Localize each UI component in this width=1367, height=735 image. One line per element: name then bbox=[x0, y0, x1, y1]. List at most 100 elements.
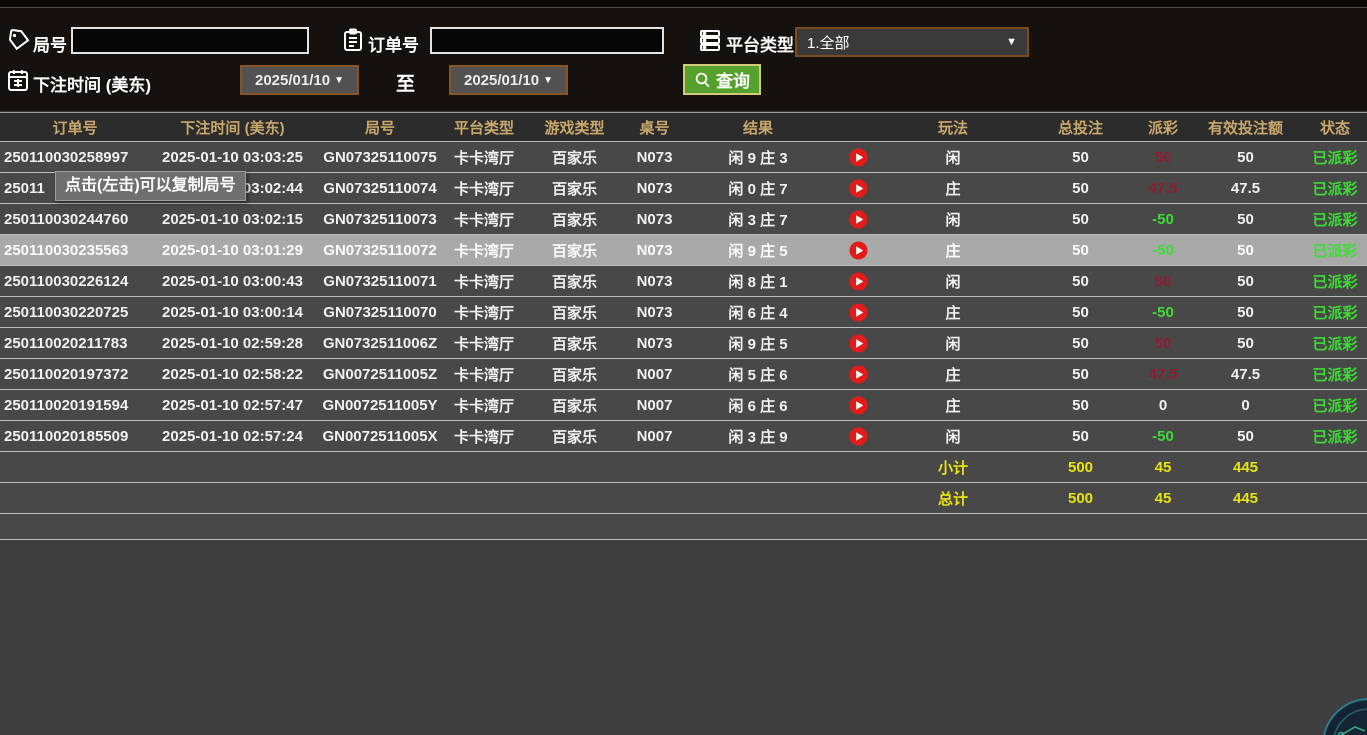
cell-game-no[interactable]: GN07325110074 bbox=[315, 173, 445, 203]
status-badge: 已派彩 bbox=[1303, 173, 1367, 203]
total-row-label: 总计 bbox=[883, 483, 1023, 513]
cell-game-no[interactable]: GN0072511005Z bbox=[315, 359, 445, 389]
cell-valid-bet: 50 bbox=[1188, 297, 1303, 327]
cell-play-type: 闲 bbox=[883, 328, 1023, 358]
cell-payout: -50 bbox=[1138, 235, 1188, 265]
cell-result: 闲 6 庄 4 bbox=[683, 297, 833, 327]
cell-game-no[interactable]: GN0072511005Y bbox=[315, 390, 445, 420]
table-row[interactable]: 2501100302447602025-01-10 03:02:15GN0732… bbox=[0, 204, 1367, 235]
cell-play-type: 庄 bbox=[883, 297, 1023, 327]
cell-play-button[interactable] bbox=[833, 297, 883, 327]
cell-result: 闲 9 庄 5 bbox=[683, 235, 833, 265]
cell-game-no[interactable]: GN07325110075 bbox=[315, 142, 445, 172]
status-badge: 已派彩 bbox=[1303, 297, 1367, 327]
cell-play-button[interactable] bbox=[833, 142, 883, 172]
table-row[interactable]: 2501100201915942025-01-10 02:57:47GN0072… bbox=[0, 390, 1367, 421]
cell-payout: 47.5 bbox=[1138, 173, 1188, 203]
total-row-spacer bbox=[523, 483, 626, 513]
cell-payout: 50 bbox=[1138, 266, 1188, 296]
cell-total-bet: 50 bbox=[1023, 390, 1138, 420]
column-header-7 bbox=[833, 113, 883, 141]
table-row[interactable]: 2501100201973722025-01-10 02:58:22GN0072… bbox=[0, 359, 1367, 390]
cell-game-no[interactable]: GN07325110070 bbox=[315, 297, 445, 327]
play-video-icon[interactable] bbox=[849, 334, 868, 353]
cell-bet-time: 2025-01-10 02:57:47 bbox=[150, 390, 315, 420]
table-row[interactable]: 2501100302355632025-01-10 03:01:29GN0732… bbox=[0, 235, 1367, 266]
cell-valid-bet: 47.5 bbox=[1188, 173, 1303, 203]
cell-play-button[interactable] bbox=[833, 359, 883, 389]
floating-assistant-widget[interactable]: 27 bbox=[1321, 697, 1367, 735]
status-badge: 已派彩 bbox=[1303, 266, 1367, 296]
top-strip bbox=[0, 0, 1367, 8]
column-header-2: 局号 bbox=[315, 113, 445, 141]
cell-bet-time: 2025-01-10 03:00:43 bbox=[150, 266, 315, 296]
cell-platform: 卡卡湾厅 bbox=[445, 328, 523, 358]
cell-order-no: 250110030226124 bbox=[0, 266, 150, 296]
platform-stack-icon bbox=[698, 28, 722, 52]
cell-order-no: 250110020191594 bbox=[0, 390, 150, 420]
cell-result: 闲 3 庄 9 bbox=[683, 421, 833, 451]
table-row[interactable]: 2501100302207252025-01-10 03:00:14GN0732… bbox=[0, 297, 1367, 328]
subtotal-row-valid-bet: 445 bbox=[1188, 452, 1303, 482]
play-video-icon[interactable] bbox=[849, 179, 868, 198]
cell-game-type: 百家乐 bbox=[523, 173, 626, 203]
table-row[interactable]: 2501100302589972025-01-10 03:03:25GN0732… bbox=[0, 142, 1367, 173]
play-video-icon[interactable] bbox=[849, 241, 868, 260]
cell-table-no: N073 bbox=[626, 173, 683, 203]
play-video-icon[interactable] bbox=[849, 148, 868, 167]
total-row-spacer bbox=[683, 483, 833, 513]
cell-platform: 卡卡湾厅 bbox=[445, 142, 523, 172]
cell-order-no: 250110030258997 bbox=[0, 142, 150, 172]
query-button[interactable]: 查询 bbox=[683, 64, 761, 95]
cell-order-no: 250110020197372 bbox=[0, 359, 150, 389]
table-row[interactable]: 2501100202117832025-01-10 02:59:28GN0732… bbox=[0, 328, 1367, 359]
cell-valid-bet: 0 bbox=[1188, 390, 1303, 420]
cell-payout: -50 bbox=[1138, 421, 1188, 451]
cell-play-button[interactable] bbox=[833, 173, 883, 203]
cell-game-type: 百家乐 bbox=[523, 297, 626, 327]
platform-type-select[interactable]: 1.全部 ▼ bbox=[795, 27, 1029, 57]
game-no-input[interactable] bbox=[71, 27, 309, 54]
to-label: 至 bbox=[396, 69, 415, 96]
cell-game-no[interactable]: GN0732511006Z bbox=[315, 328, 445, 358]
cell-play-button[interactable] bbox=[833, 390, 883, 420]
play-video-icon[interactable] bbox=[849, 303, 868, 322]
play-video-icon[interactable] bbox=[849, 427, 868, 446]
cell-result: 闲 0 庄 7 bbox=[683, 173, 833, 203]
cell-order-no: 250110020185509 bbox=[0, 421, 150, 451]
cell-play-button[interactable] bbox=[833, 266, 883, 296]
cell-game-no[interactable]: GN07325110073 bbox=[315, 204, 445, 234]
column-header-8: 玩法 bbox=[883, 113, 1023, 141]
cell-game-no[interactable]: GN0072511005X bbox=[315, 421, 445, 451]
cell-play-type: 庄 bbox=[883, 359, 1023, 389]
table-row[interactable]: 2501100201855092025-01-10 02:57:24GN0072… bbox=[0, 421, 1367, 452]
table-row[interactable]: 2501100302261242025-01-10 03:00:43GN0732… bbox=[0, 266, 1367, 297]
status-badge: 已派彩 bbox=[1303, 235, 1367, 265]
subtotal-row-spacer bbox=[833, 452, 883, 482]
cell-game-type: 百家乐 bbox=[523, 204, 626, 234]
query-button-label: 查询 bbox=[716, 67, 750, 92]
total-row-spacer bbox=[0, 483, 150, 513]
subtotal-row-spacer bbox=[683, 452, 833, 482]
play-video-icon[interactable] bbox=[849, 396, 868, 415]
date-from-picker[interactable]: 2025/01/10 ▼ bbox=[240, 65, 359, 95]
play-video-icon[interactable] bbox=[849, 365, 868, 384]
cell-game-type: 百家乐 bbox=[523, 235, 626, 265]
cell-table-no: N073 bbox=[626, 297, 683, 327]
order-no-input[interactable] bbox=[430, 27, 664, 54]
play-video-icon[interactable] bbox=[849, 210, 868, 229]
cell-game-no[interactable]: GN07325110071 bbox=[315, 266, 445, 296]
cell-play-button[interactable] bbox=[833, 421, 883, 451]
subtotal-row-spacer bbox=[523, 452, 626, 482]
subtotal-row-spacer bbox=[626, 452, 683, 482]
cell-table-no: N073 bbox=[626, 328, 683, 358]
cell-total-bet: 50 bbox=[1023, 235, 1138, 265]
bet-time-label: 下注时间 (美东) bbox=[33, 71, 151, 96]
cell-play-button[interactable] bbox=[833, 328, 883, 358]
cell-game-no[interactable]: GN07325110072 bbox=[315, 235, 445, 265]
cell-play-button[interactable] bbox=[833, 204, 883, 234]
status-badge: 已派彩 bbox=[1303, 390, 1367, 420]
cell-play-button[interactable] bbox=[833, 235, 883, 265]
play-video-icon[interactable] bbox=[849, 272, 868, 291]
date-to-picker[interactable]: 2025/01/10 ▼ bbox=[449, 65, 568, 95]
